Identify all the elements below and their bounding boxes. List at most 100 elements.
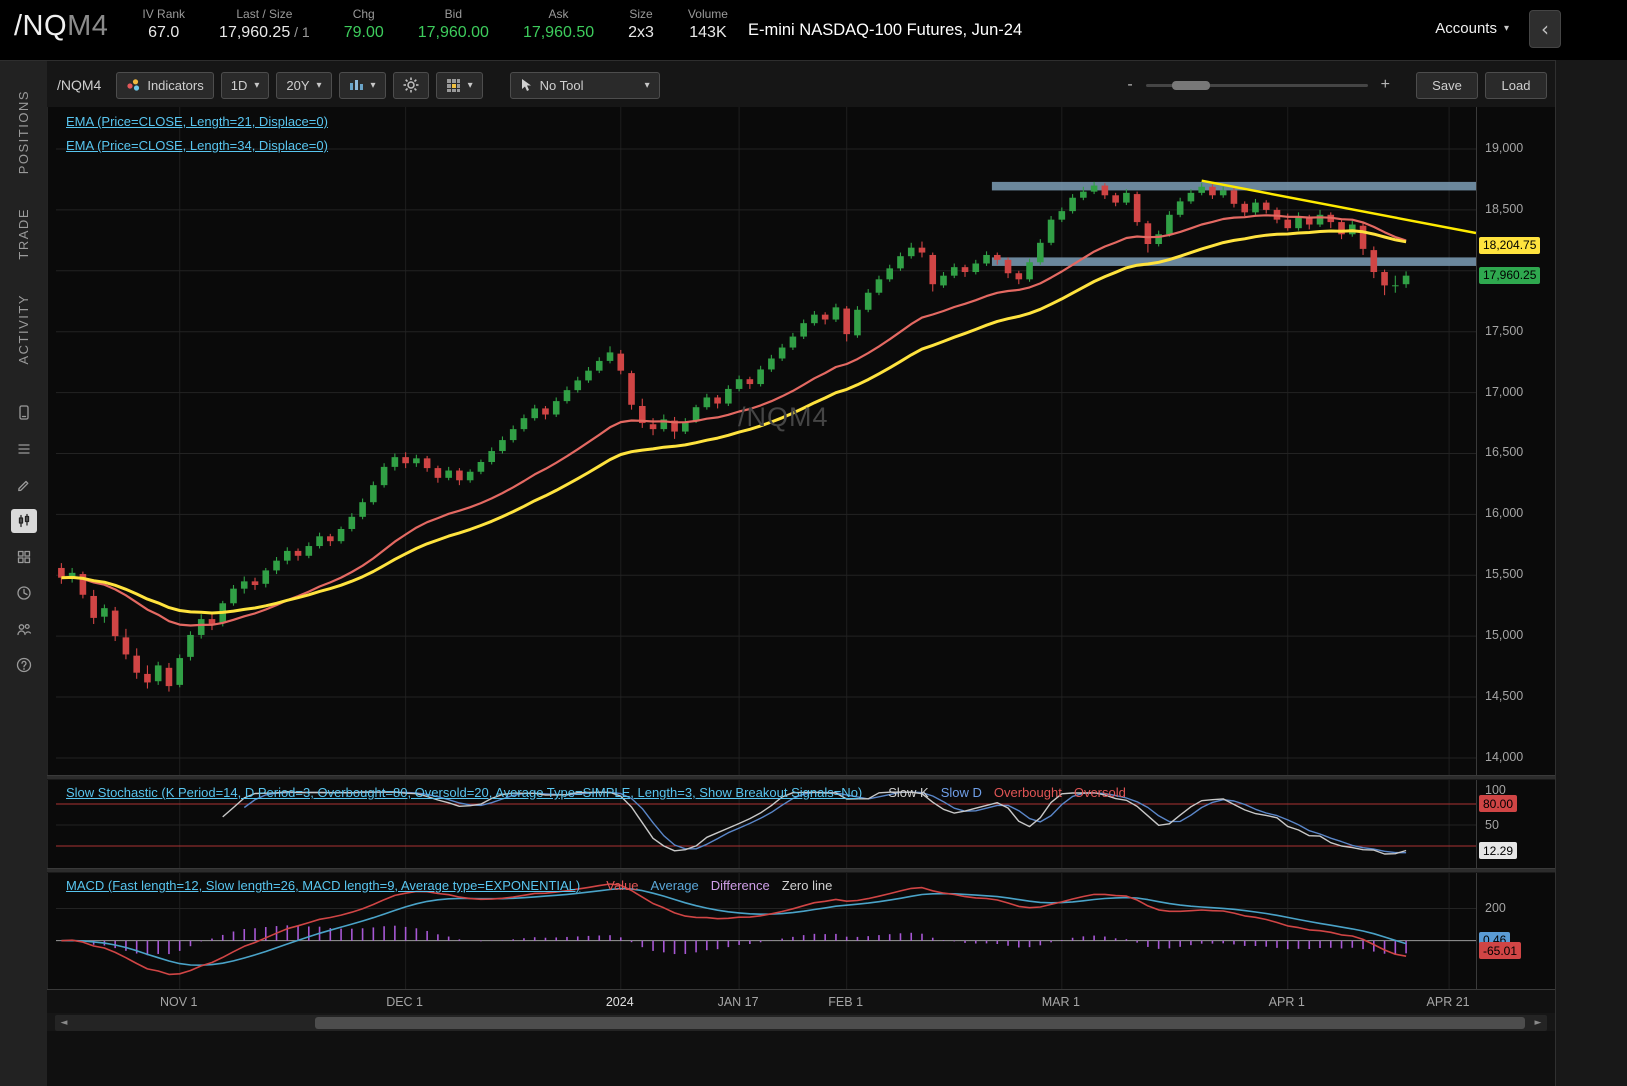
help-icon[interactable]: [11, 653, 37, 677]
y-axis-label: 17,000: [1485, 384, 1524, 399]
macd-axis: 200 0.46 -65.01: [1476, 873, 1556, 989]
quote-stat-volume: Volume 143K: [688, 7, 728, 42]
quote-stat-last-size: Last / Size 17,960.25 / 1: [219, 7, 310, 42]
legend-value[interactable]: Value: [606, 878, 638, 893]
macd-label[interactable]: MACD (Fast length=12, Slow length=26, MA…: [66, 878, 580, 893]
price-bubble: 17,960.25: [1479, 266, 1541, 284]
quote-stat-iv-rank: IV Rank 67.0: [142, 7, 185, 42]
legend-difference[interactable]: Difference: [711, 878, 770, 893]
symbol-watermark: /NQM4: [738, 402, 829, 432]
zoom-out-button[interactable]: -: [1124, 76, 1135, 94]
quote-stat-bid: Bid 17,960.00: [418, 7, 489, 42]
chevron-down-icon: ▾: [254, 79, 260, 91]
timeframe-dropdown[interactable]: 1D ▾: [220, 71, 270, 99]
collapse-panel-button[interactable]: ‹: [1529, 10, 1561, 48]
zoom-control: - +: [1124, 76, 1393, 94]
legend-oversold[interactable]: Oversold: [1074, 785, 1126, 800]
x-axis-label: MAR 1: [1041, 995, 1080, 1009]
scroll-left-button[interactable]: ◄: [57, 1016, 71, 1030]
stochastic-axis: 100 50 80.00 12.29: [1476, 780, 1556, 868]
scrollbar-thumb[interactable]: [315, 1017, 1525, 1029]
y-axis-label: 16,000: [1485, 506, 1524, 521]
history-clock-icon[interactable]: [11, 581, 37, 605]
stochastic-header: Slow Stochastic (K Period=14, D Period=3…: [66, 784, 1126, 802]
drawing-icon[interactable]: [11, 473, 37, 497]
stochastic-label[interactable]: Slow Stochastic (K Period=14, D Period=3…: [66, 785, 862, 800]
macd-bubble: -65.01: [1479, 942, 1522, 960]
symbol-root: /NQ: [14, 10, 68, 42]
symbol-suffix: M4: [67, 10, 109, 42]
price-bubble: 18,204.75: [1479, 236, 1541, 254]
bottom-filler: [47, 1031, 1555, 1086]
timeframe-value: 1D: [230, 77, 248, 93]
stat-value: 67.0: [148, 24, 180, 41]
legend-overbought[interactable]: Overbought: [994, 785, 1062, 800]
zoom-slider[interactable]: [1145, 80, 1368, 90]
ema21-label[interactable]: EMA (Price=CLOSE, Length=21, Displace=0): [66, 114, 328, 129]
legend-slow-k[interactable]: Slow K: [888, 785, 928, 800]
instrument-description: E-mini NASDAQ-100 Futures, Jun-24: [747, 21, 1023, 39]
stat-value-size: / 1: [290, 24, 310, 40]
save-button[interactable]: Save: [1416, 71, 1478, 99]
time-axis: NOV 1 DEC 1 2024 JAN 17 FEB 1 MAR 1 APR 1 APR 2…: [47, 989, 1555, 1013]
stat-value: 79.00: [343, 24, 384, 41]
ema34-label[interactable]: EMA (Price=CLOSE, Length=34, Displace=0): [66, 138, 328, 153]
y-axis-label: 19,000: [1485, 141, 1524, 156]
quote-header: /NQM4 IV Rank 67.0 Last / Size 17,960.25 / …: [0, 0, 1627, 60]
y-axis-label: 15,000: [1485, 628, 1524, 643]
chevron-down-icon: ▾: [1503, 23, 1509, 34]
horizontal-scrollbar[interactable]: ◄ ►: [55, 1015, 1547, 1031]
load-button[interactable]: Load: [1485, 71, 1547, 99]
sidebar-tabs: POSITIONS TRADE ACTIVITY: [0, 61, 47, 381]
drawing-tool-dropdown[interactable]: No Tool ▾: [509, 71, 660, 99]
price-chart-canvas[interactable]: [56, 107, 1476, 775]
tool-label: No Tool: [539, 77, 584, 93]
legend-slow-d[interactable]: Slow D: [941, 785, 982, 800]
range-dropdown[interactable]: 20Y ▾: [276, 71, 332, 99]
x-axis-label: DEC 1: [386, 995, 424, 1009]
zoom-slider-thumb[interactable]: [1171, 80, 1210, 90]
macd-pane: MACD (Fast length=12, Slow length=26, MA…: [47, 873, 1556, 989]
chart-settings-button[interactable]: [392, 71, 429, 99]
chart-style-dropdown[interactable]: ▾: [338, 71, 386, 99]
sidebar-icons: [0, 401, 47, 677]
legend-zero-line[interactable]: Zero line: [782, 878, 833, 893]
x-axis-label: 2024: [605, 995, 634, 1009]
cursor-icon: [521, 79, 531, 91]
stat-value: 17,960.50: [522, 24, 595, 41]
stat-label: Ask: [548, 7, 569, 21]
quote-stat-ask: Ask 17,960.50: [523, 7, 594, 42]
stochastic-legend: Slow K Slow D Overbought Oversold: [876, 784, 1126, 802]
gear-icon: [403, 77, 419, 93]
x-axis-label: JAN 17: [717, 995, 759, 1009]
sidebar-tab-activity[interactable]: ACTIVITY: [16, 277, 31, 382]
ledger-icon[interactable]: [11, 437, 37, 461]
apps-grid-icon[interactable]: [11, 545, 37, 569]
community-people-icon[interactable]: [11, 617, 37, 641]
y-axis-label: 17,500: [1485, 323, 1524, 338]
left-sidebar: POSITIONS TRADE ACTIVITY: [0, 60, 47, 1086]
quote-stat-size: Size 2x3: [628, 7, 654, 42]
stat-label: Volume: [687, 7, 728, 21]
macd-axis-label: 200: [1485, 901, 1506, 916]
chart-section: /NQM4 Indicators 1D ▾ 20Y ▾ ▾ ▾ No Tool ▾: [47, 60, 1556, 1086]
stat-value: 143K: [689, 24, 727, 41]
legend-average[interactable]: Average: [651, 878, 699, 893]
chart-symbol-label: /NQM4: [57, 77, 102, 93]
price-pane: EMA (Price=CLOSE, Length=21, Displace=0)…: [47, 107, 1556, 775]
sidebar-tab-trade[interactable]: TRADE: [16, 191, 31, 277]
stoch-axis-label: 50: [1485, 818, 1499, 832]
zoom-in-button[interactable]: +: [1378, 76, 1393, 94]
chart-toolbar: /NQM4 Indicators 1D ▾ 20Y ▾ ▾ ▾ No Tool ▾: [47, 61, 1555, 107]
indicators-button[interactable]: Indicators: [116, 71, 214, 99]
y-axis-label: 16,500: [1485, 445, 1524, 460]
accounts-dropdown[interactable]: Accounts ▾: [1435, 20, 1509, 37]
grid-layout-dropdown[interactable]: ▾: [435, 71, 483, 99]
scroll-right-button[interactable]: ►: [1531, 1016, 1545, 1030]
phone-icon[interactable]: [11, 401, 37, 425]
price-axis: 19,000 18,500 17,500 17,000 16,500 16,000 15,5…: [1476, 107, 1556, 775]
chart-icon[interactable]: [10, 509, 37, 534]
grid-layout-icon: [446, 78, 460, 92]
sidebar-tab-positions[interactable]: POSITIONS: [16, 73, 31, 191]
x-axis-label: NOV 1: [159, 995, 198, 1009]
